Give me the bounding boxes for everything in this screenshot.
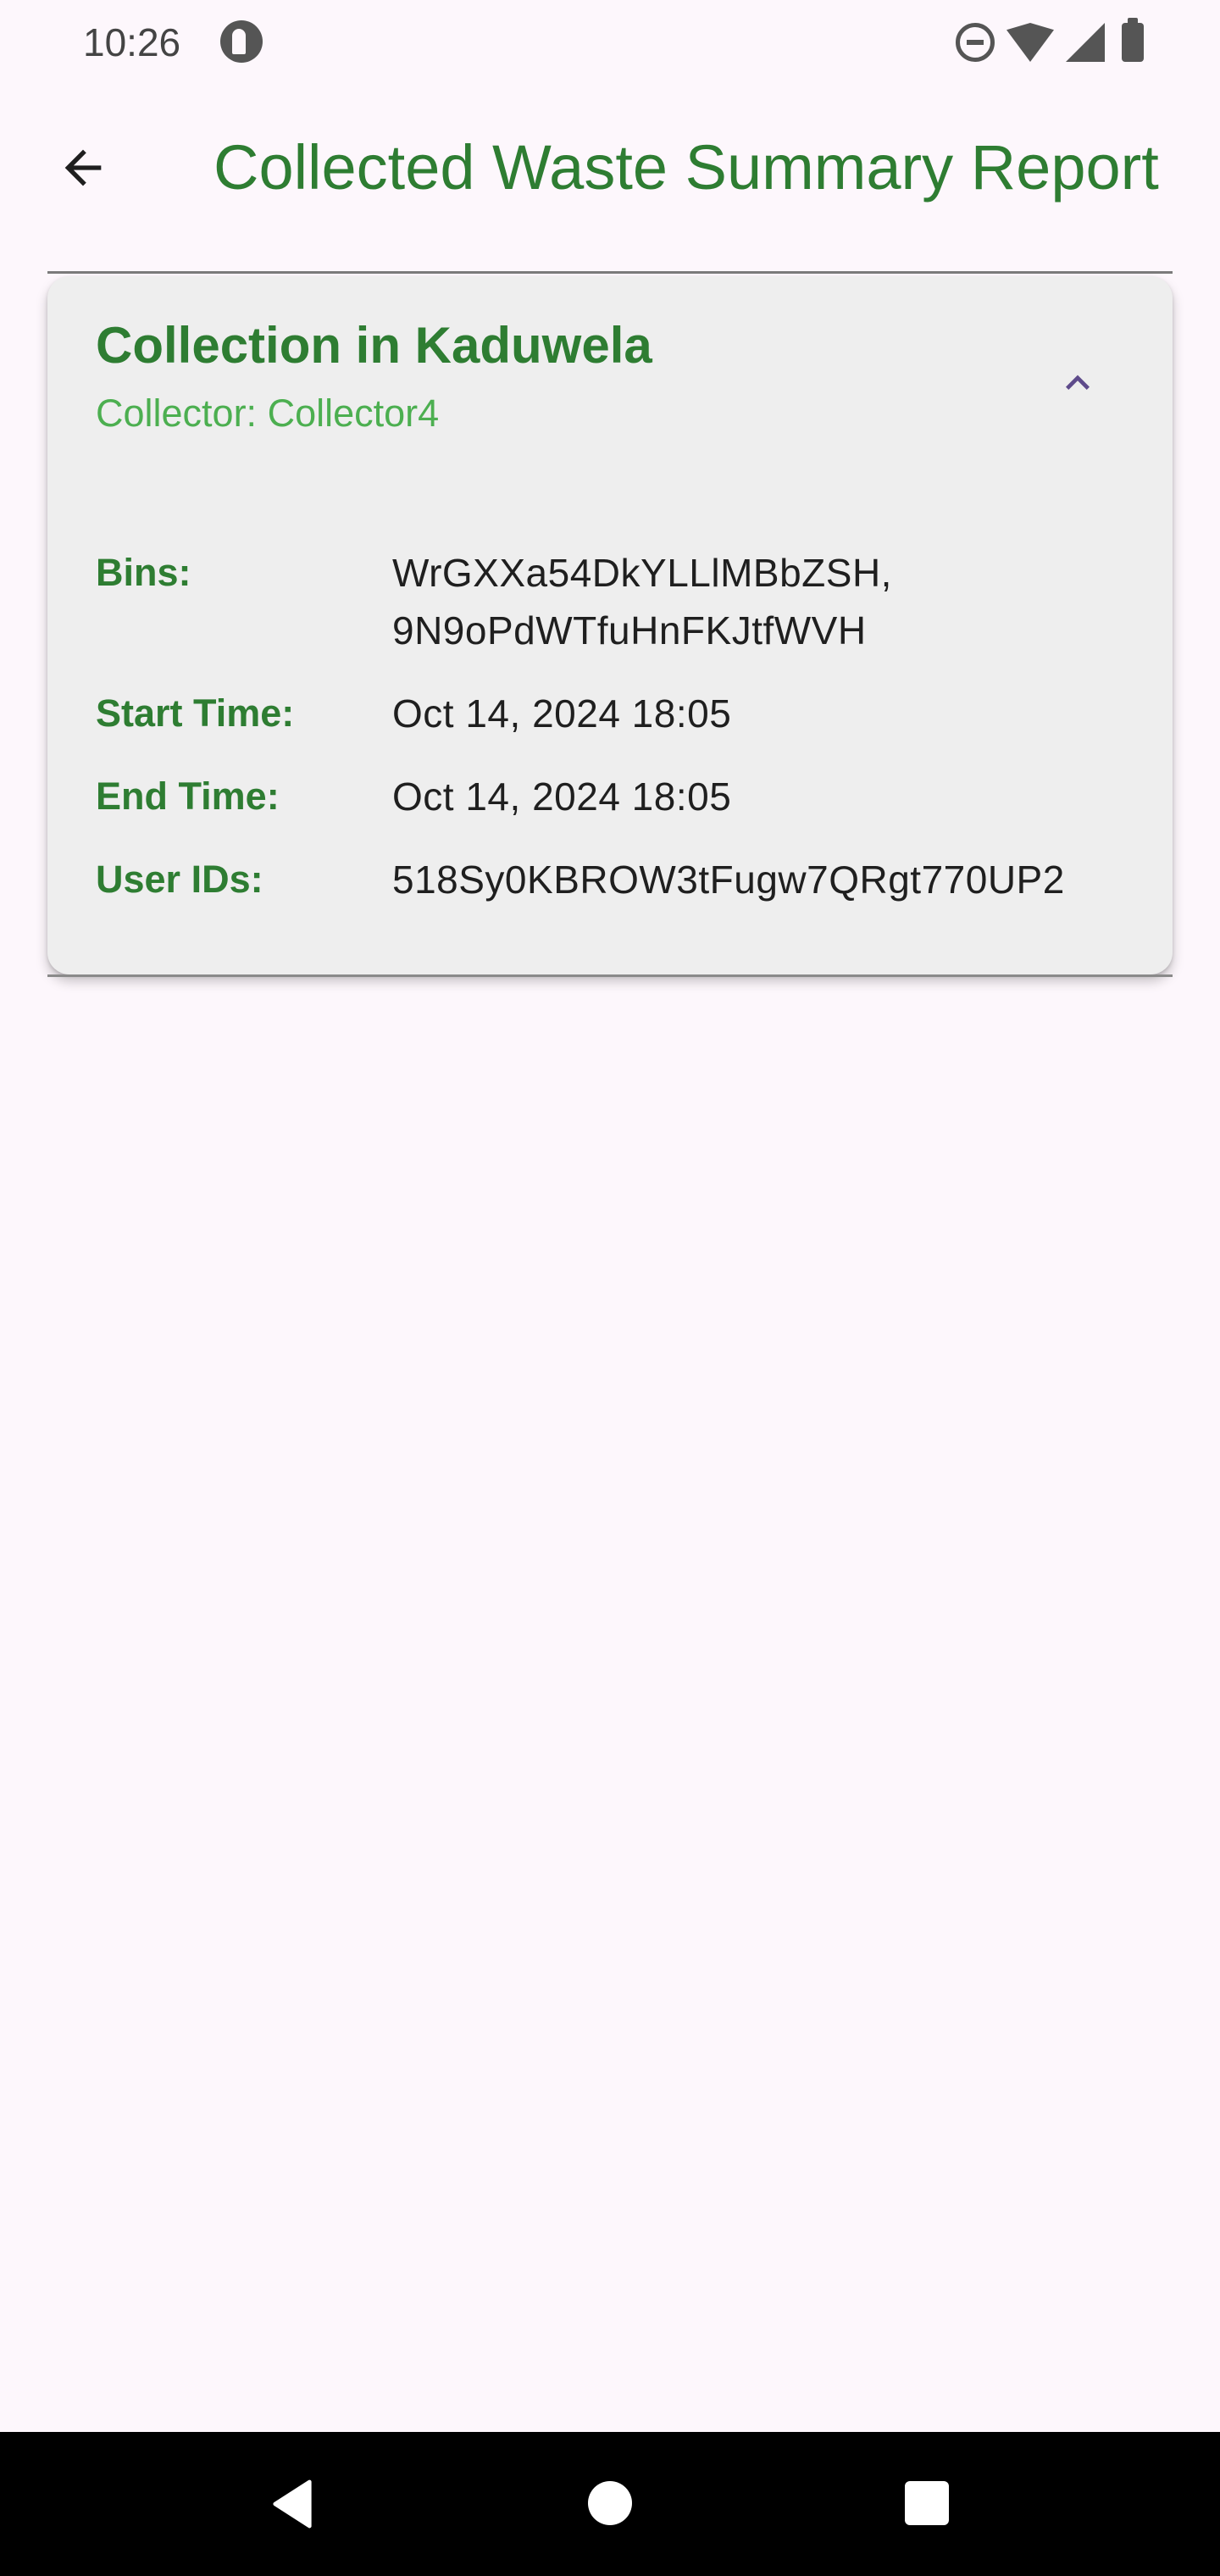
collection-title: Collection in Kaduwela [96,317,652,374]
collection-card-header[interactable]: Collection in Kaduwela Collector: Collec… [47,276,1173,446]
system-nav-bar [0,2432,1220,2576]
end-time-value: Oct 14, 2024 18:05 [392,774,732,819]
wifi-icon [1006,23,1054,62]
app-bar-divider [47,271,1173,274]
card-divider [47,974,1173,977]
user-ids-label: User IDs: [96,858,263,901]
nav-back-icon [273,2479,312,2529]
status-bar: 10:26 [0,0,1220,85]
detail-row-start-time: Start Time: Oct 14, 2024 18:05 [96,685,1146,742]
battery-icon [1122,18,1144,62]
nav-recents-button[interactable] [905,2481,949,2525]
detail-row-bins: Bins: WrGXXa54DkYLLlMBbZSH, 9N9oPdWTfuHn… [96,544,1146,659]
bins-value: WrGXXa54DkYLLlMBbZSH, 9N9oPdWTfuHnFKJtfW… [392,544,1146,659]
nav-home-button[interactable] [588,2481,632,2525]
page-title: Collected Waste Summary Report [214,132,1159,203]
user-ids-value: 518Sy0KBROW3tFugw7QRgt770UP2 [392,858,1065,902]
collection-card: Collection in Kaduwela Collector: Collec… [47,276,1173,974]
chevron-up-icon [1066,375,1090,390]
app-notification-icon [220,20,263,63]
bin-id: WrGXXa54DkYLLlMBbZSH, [392,551,892,595]
start-time-label: Start Time: [96,691,295,735]
do-not-disturb-icon [956,23,995,62]
start-time-value: Oct 14, 2024 18:05 [392,691,732,736]
collection-details: Bins: WrGXXa54DkYLLlMBbZSH, 9N9oPdWTfuHn… [96,544,1146,934]
bins-label: Bins: [96,551,191,594]
collapse-button[interactable] [1044,349,1112,417]
bin-id: 9N9oPdWTfuHnFKJtfWVH [392,608,867,652]
status-time: 10:26 [83,20,181,64]
cellular-signal-icon [1066,23,1105,62]
end-time-label: End Time: [96,774,280,818]
collector-name: Collector: Collector4 [96,391,440,435]
app-bar: Collected Waste Summary Report [0,85,1220,246]
detail-row-end-time: End Time: Oct 14, 2024 18:05 [96,768,1146,825]
back-button[interactable] [41,125,125,210]
arrow-back-icon [64,149,102,186]
nav-back-button[interactable] [263,2474,322,2534]
status-icons [956,18,1144,66]
detail-row-user-ids: User IDs: 518Sy0KBROW3tFugw7QRgt770UP2 [96,851,1146,908]
